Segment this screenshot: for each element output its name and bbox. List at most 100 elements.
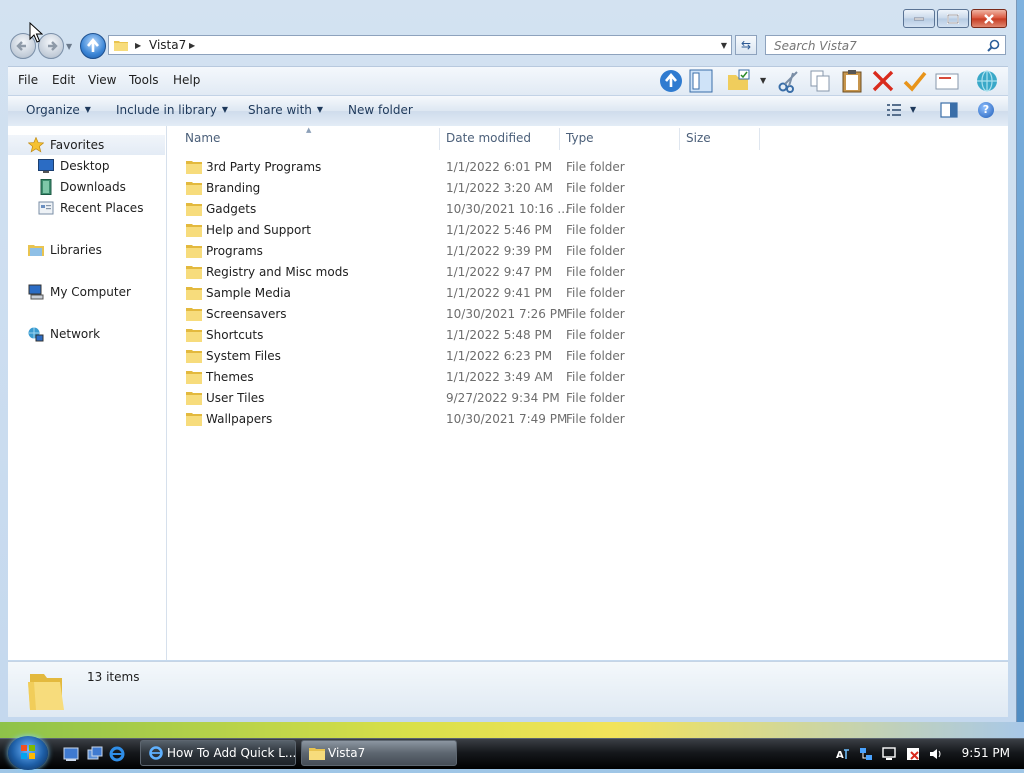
file-row[interactable]: 3rd Party Programs 1/1/2022 6:01 PM File f…: [184, 157, 784, 178]
taskbar-task-vista7[interactable]: Vista7: [301, 740, 457, 766]
security-alert-icon[interactable]: [906, 747, 920, 761]
up-button[interactable]: [80, 33, 106, 59]
file-name[interactable]: Shortcuts: [206, 328, 263, 342]
checkmark-icon[interactable]: [903, 69, 927, 93]
nav-item-recent-places[interactable]: Recent Places: [38, 200, 143, 216]
help-icon[interactable]: ?: [978, 102, 994, 118]
change-view-icon[interactable]: [886, 102, 902, 118]
nav-item-downloads[interactable]: Downloads: [38, 179, 126, 195]
file-row[interactable]: Registry and Misc mods 1/1/2022 9:47 PM Fi…: [184, 262, 784, 283]
file-row[interactable]: System Files 1/1/2022 6:23 PM File folder: [184, 346, 784, 367]
file-date-modified: 1/1/2022 9:41 PM: [446, 286, 553, 300]
file-name[interactable]: User Tiles: [206, 391, 264, 405]
clock[interactable]: 9:51 PM: [962, 746, 1010, 760]
up-icon[interactable]: [659, 69, 683, 93]
column-name[interactable]: Name: [185, 131, 220, 145]
include-in-library-button[interactable]: Include in library ▼: [116, 103, 228, 117]
menu-tools[interactable]: Tools: [129, 73, 159, 87]
column-divider[interactable]: [679, 128, 680, 150]
preview-pane-icon[interactable]: [940, 102, 958, 118]
search-icon[interactable]: [987, 39, 1000, 52]
menu-help[interactable]: Help: [173, 73, 200, 87]
minimize-button[interactable]: [903, 9, 935, 28]
switch-windows-icon[interactable]: [87, 746, 103, 762]
file-row[interactable]: Sample Media 1/1/2022 9:41 PM File folder: [184, 283, 784, 304]
nav-network[interactable]: Network: [28, 326, 100, 342]
display-icon[interactable]: [882, 747, 896, 761]
view-options-dropdown-icon[interactable]: ▼: [910, 103, 916, 117]
file-name[interactable]: Gadgets: [206, 202, 256, 216]
breadcrumb-arrow-icon[interactable]: ▶: [189, 41, 195, 50]
start-button[interactable]: [8, 736, 48, 770]
column-type[interactable]: Type: [566, 131, 594, 145]
file-name[interactable]: Sample Media: [206, 286, 291, 300]
file-name[interactable]: Themes: [206, 370, 254, 384]
file-name[interactable]: Help and Support: [206, 223, 311, 237]
new-folder-button[interactable]: New folder: [348, 103, 413, 117]
file-row[interactable]: Screensavers 10/30/2021 7:26 PM File folde…: [184, 304, 784, 325]
nav-favorites[interactable]: Favorites: [8, 135, 165, 155]
network-connection-icon[interactable]: [859, 747, 873, 761]
close-button[interactable]: [971, 9, 1007, 28]
explorer-window: ▼ ▶ Vista7 ▶ ▼ ⇆ File Edit View Tools He…: [0, 0, 1017, 723]
share-with-button[interactable]: Share with ▼: [248, 103, 323, 117]
file-row[interactable]: Wallpapers 10/30/2021 7:49 PM File folder: [184, 409, 784, 430]
file-name[interactable]: Branding: [206, 181, 260, 195]
email-icon[interactable]: [935, 69, 959, 93]
recent-pages-dropdown[interactable]: ▼: [66, 42, 72, 51]
taskbar: How To Add Quick L... Vista7 A 9:51 PM: [0, 736, 1024, 770]
delete-icon[interactable]: [871, 69, 895, 93]
file-row[interactable]: Branding 1/1/2022 3:20 AM File folder: [184, 178, 784, 199]
organize-button[interactable]: Organize ▼: [26, 103, 91, 117]
column-divider[interactable]: [559, 128, 560, 150]
internet-icon[interactable]: [975, 69, 999, 93]
file-row[interactable]: Gadgets 10/30/2021 10:16 ... File folder: [184, 199, 784, 220]
address-dropdown-icon[interactable]: ▼: [721, 41, 727, 50]
refresh-button[interactable]: ⇆: [735, 35, 757, 55]
folder-options-icon[interactable]: [727, 69, 751, 93]
menu-edit[interactable]: Edit: [52, 73, 75, 87]
file-name[interactable]: Registry and Misc mods: [206, 265, 349, 279]
file-row[interactable]: Themes 1/1/2022 3:49 AM File folder: [184, 367, 784, 388]
paste-icon[interactable]: [840, 69, 864, 93]
file-row[interactable]: Shortcuts 1/1/2022 5:48 PM File folder: [184, 325, 784, 346]
language-bar-icon[interactable]: A: [836, 747, 850, 761]
mouse-cursor-icon: [29, 22, 43, 43]
file-name[interactable]: 3rd Party Programs: [206, 160, 321, 174]
column-divider[interactable]: [439, 128, 440, 150]
column-size[interactable]: Size: [686, 131, 711, 145]
column-divider[interactable]: [759, 128, 760, 150]
nav-item-desktop[interactable]: Desktop: [38, 158, 110, 174]
breadcrumb-arrow-icon[interactable]: ▶: [135, 41, 141, 50]
file-name[interactable]: System Files: [206, 349, 281, 363]
taskbar-task-ie[interactable]: How To Add Quick L...: [140, 740, 296, 766]
file-name[interactable]: Programs: [206, 244, 263, 258]
nav-libraries[interactable]: Libraries: [28, 242, 102, 258]
close-icon: [984, 13, 994, 24]
copy-icon[interactable]: [808, 69, 832, 93]
search-box[interactable]: [765, 35, 1006, 55]
folder-options-dropdown-icon[interactable]: ▼: [760, 76, 766, 85]
view-pane-icon[interactable]: [689, 69, 713, 93]
menu-view[interactable]: View: [88, 73, 116, 87]
nav-my-computer[interactable]: My Computer: [28, 284, 131, 300]
address-bar[interactable]: ▶ Vista7 ▶ ▼: [108, 35, 732, 55]
folder-icon: [186, 161, 202, 174]
menu-file[interactable]: File: [18, 73, 38, 87]
cut-icon[interactable]: [777, 69, 801, 93]
item-count: 13 items: [87, 670, 140, 684]
search-input[interactable]: [772, 37, 986, 55]
file-row[interactable]: Help and Support 1/1/2022 5:46 PM File fol…: [184, 220, 784, 241]
column-date-modified[interactable]: Date modified: [446, 131, 531, 145]
maximize-button[interactable]: [937, 9, 969, 28]
internet-explorer-icon[interactable]: [109, 746, 125, 762]
file-row[interactable]: User Tiles 9/27/2022 9:34 PM File folder: [184, 388, 784, 409]
volume-icon[interactable]: [929, 747, 943, 761]
folder-large-icon: [28, 674, 64, 710]
file-name[interactable]: Wallpapers: [206, 412, 272, 426]
file-type: File folder: [566, 181, 625, 195]
file-row[interactable]: Programs 1/1/2022 9:39 PM File folder: [184, 241, 784, 262]
show-desktop-icon[interactable]: [63, 746, 79, 762]
breadcrumb-vista7[interactable]: Vista7: [149, 38, 186, 52]
file-name[interactable]: Screensavers: [206, 307, 287, 321]
